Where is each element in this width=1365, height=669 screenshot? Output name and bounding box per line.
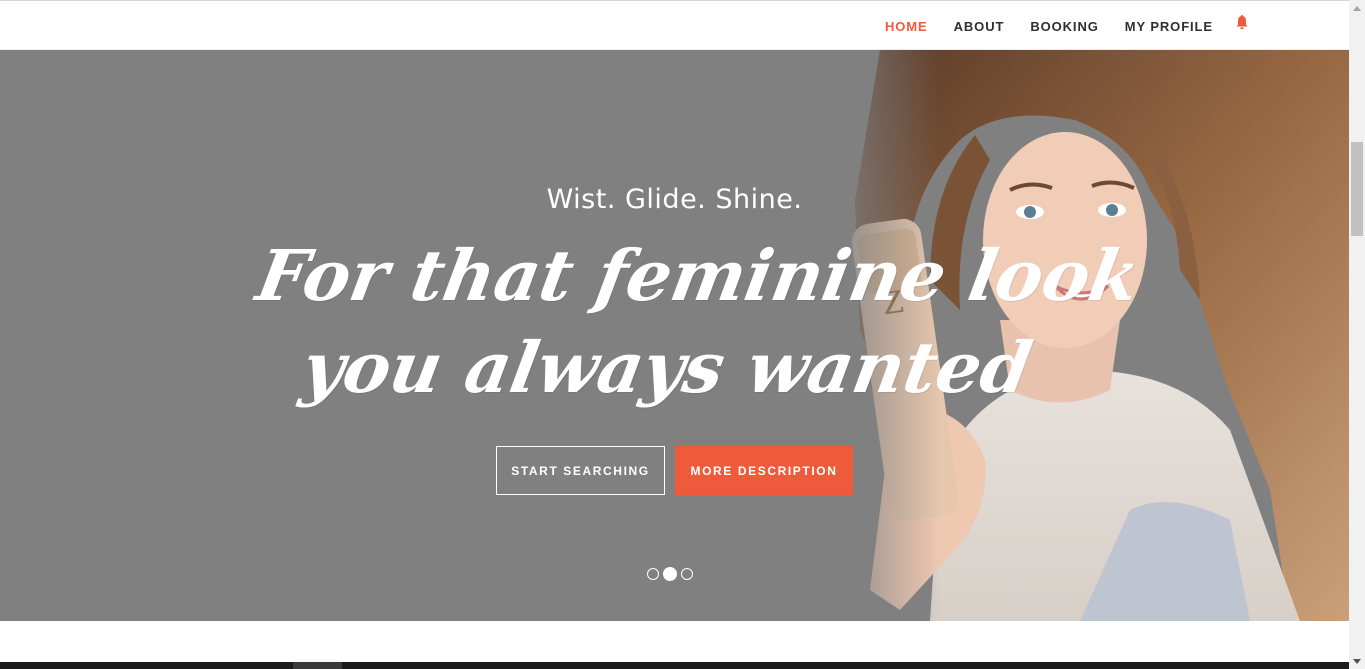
carousel-dot-2[interactable]: [663, 567, 677, 581]
carousel-dot-3[interactable]: [681, 568, 693, 580]
hero-heading-line-1: For that feminine look: [250, 234, 1146, 317]
carousel-indicators: [647, 567, 694, 581]
hero-heading: For that feminine look you always wanted: [234, 230, 1146, 414]
nav-home[interactable]: HOME: [872, 19, 941, 34]
start-searching-button[interactable]: START SEARCHING: [496, 446, 665, 495]
page-scrollbar[interactable]: [1349, 0, 1365, 669]
top-navbar: HOME ABOUT BOOKING MY PROFILE: [0, 0, 1349, 50]
nav-my-profile[interactable]: MY PROFILE: [1112, 19, 1226, 34]
next-section-edge: [0, 662, 1349, 669]
carousel-dot-1[interactable]: [647, 568, 659, 580]
hero-kicker: Wist. Glide. Shine.: [546, 184, 803, 215]
next-section-tab: [293, 662, 342, 669]
scroll-up-arrow-icon[interactable]: [1349, 0, 1365, 16]
hero-heading-line-2: you always wanted: [296, 326, 1038, 409]
hero-carousel: Z Wist. Glide. Shine. For that feminine …: [0, 50, 1349, 621]
page: HOME ABOUT BOOKING MY PROFILE Wist. Glid…: [0, 0, 1365, 669]
bell-icon[interactable]: [1235, 15, 1249, 31]
scrollbar-thumb[interactable]: [1351, 142, 1363, 236]
more-description-button[interactable]: MORE DESCRIPTION: [675, 446, 853, 495]
nav-about[interactable]: ABOUT: [941, 19, 1018, 34]
nav-booking[interactable]: BOOKING: [1017, 19, 1111, 34]
nav-menu: HOME ABOUT BOOKING MY PROFILE: [872, 1, 1226, 51]
scroll-down-arrow-icon[interactable]: [1349, 653, 1365, 669]
